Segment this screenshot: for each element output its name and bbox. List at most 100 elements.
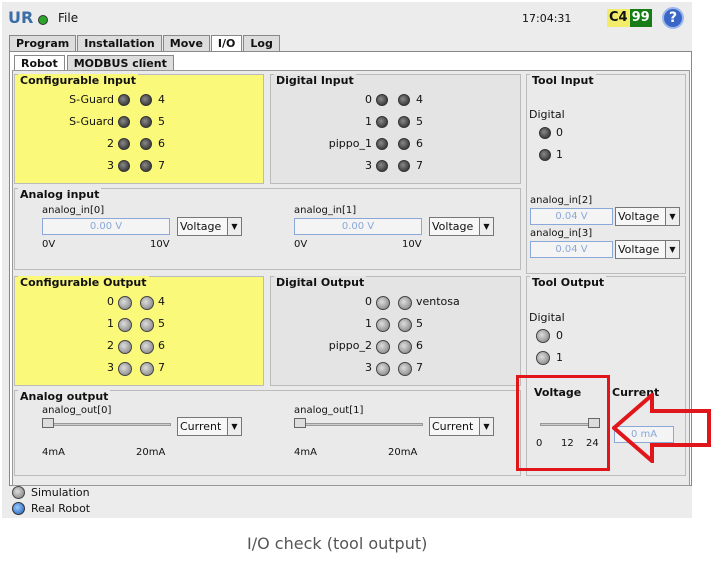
range-max: 10V [150,239,170,250]
range-min: 4mA [294,447,317,458]
io-label: S-Guard [69,93,114,106]
main-tabs: Program Installation Move I/O Log [9,35,281,51]
analog-out-slider-track[interactable] [46,423,171,426]
analog-in-name: analog_in[0] [42,205,105,216]
mode-select-value: Voltage [180,220,222,233]
status-light-icon [38,15,48,25]
io-label: 3 [107,361,114,374]
help-icon[interactable]: ? [662,7,684,29]
tool-input-led-icon [539,149,551,161]
range-min: 0V [42,239,56,250]
io-label: 1 [365,317,372,330]
panel-title: Digital Output [274,276,367,289]
io-led-icon [140,362,154,376]
tool-input-digital-label: Digital [529,108,565,121]
analog-in-value: 0.04 V [530,208,613,225]
tab-io[interactable]: I/O [210,35,243,51]
io-led-icon [118,296,132,310]
sub-tabs: Robot MODBUS client [14,55,176,71]
io-label: S-Guard [69,115,114,128]
io-led-icon [118,318,132,332]
tool-input-label: 1 [556,148,563,161]
io-led-icon [376,160,388,172]
io-label: 3 [365,159,372,172]
io-label: 2 [107,137,114,150]
panel-title: Digital Input [274,74,356,87]
chevron-down-icon: ▼ [665,241,679,258]
io-label: 5 [416,115,423,128]
io-label: 0 [107,295,114,308]
cb-badge-b: 99 [629,9,652,27]
range-max: 10V [402,239,422,250]
tool-output-label: 0 [556,329,563,342]
top-bar: UR File 17:04:31 C4 99 ? [2,2,692,34]
tab-program[interactable]: Program [9,35,77,51]
tab-modbus[interactable]: MODBUS client [66,55,174,71]
io-led-icon [398,138,410,150]
mode-select-value: Current [432,420,474,433]
mode-select[interactable]: Voltage ▼ [615,207,680,226]
io-label: 1 [365,115,372,128]
analog-out-name: analog_out[1] [294,405,364,416]
analog-out-slider-track[interactable] [298,423,423,426]
tab-move[interactable]: Move [162,35,210,51]
clock: 17:04:31 [522,12,572,25]
io-led-icon [140,160,152,172]
range-min: 0V [294,239,308,250]
tool-output-digital-label: Digital [529,311,565,324]
tab-log[interactable]: Log [243,35,280,51]
io-label: 3 [107,159,114,172]
caption: I/O check (tool output) [247,534,428,553]
analog-out-name: analog_out[0] [42,405,112,416]
range-max: 20mA [388,447,418,458]
io-label: 0 [365,93,372,106]
panel-title: Configurable Output [18,276,149,289]
io-label: 6 [416,137,423,150]
io-led-icon [140,138,152,150]
tool-input-label: 0 [556,126,563,139]
io-led-icon [376,138,388,150]
tab-robot[interactable]: Robot [14,55,65,71]
chevron-down-icon: ▼ [479,218,493,235]
mode-select[interactable]: Current ▼ [177,417,242,436]
io-label: 7 [158,159,165,172]
mode-select[interactable]: Voltage ▼ [615,240,680,259]
io-label: pippo_1 [328,137,372,150]
real-robot-radio-icon[interactable] [12,502,25,515]
file-menu[interactable]: File [58,11,78,25]
io-led-icon [398,296,412,310]
real-robot-label: Real Robot [31,502,91,515]
range-min: 4mA [42,447,65,458]
analog-out-slider-knob[interactable] [42,418,54,428]
panel-title: Tool Output [530,276,607,289]
io-led-icon [398,94,410,106]
io-label: 5 [158,317,165,330]
tab-installation[interactable]: Installation [77,35,162,51]
panel-title: Tool Input [530,74,596,87]
io-led-icon [398,318,412,332]
mode-select-value: Current [180,420,222,433]
io-label: 1 [107,317,114,330]
io-led-icon [140,116,152,128]
panel-title: Analog output [18,390,111,403]
io-label: 4 [158,93,165,106]
mode-select[interactable]: Current ▼ [429,417,494,436]
io-led-icon [376,340,390,354]
io-label: 7 [158,361,165,374]
io-label: 6 [158,339,165,352]
chevron-down-icon: ▼ [479,418,493,435]
io-led-icon [376,318,390,332]
io-led-icon [118,362,132,376]
analog-in-name: analog_in[1] [294,205,357,216]
io-led-icon [140,318,154,332]
io-led-icon [118,340,132,354]
io-led-icon [398,362,412,376]
analog-out-slider-knob[interactable] [294,418,306,428]
tool-output-led-icon [536,329,550,343]
mode-select[interactable]: Voltage ▼ [429,217,494,236]
io-led-icon [376,296,390,310]
mode-select[interactable]: Voltage ▼ [177,217,242,236]
chevron-down-icon: ▼ [227,418,241,435]
io-led-icon [376,116,388,128]
simulation-radio-icon[interactable] [12,486,25,499]
